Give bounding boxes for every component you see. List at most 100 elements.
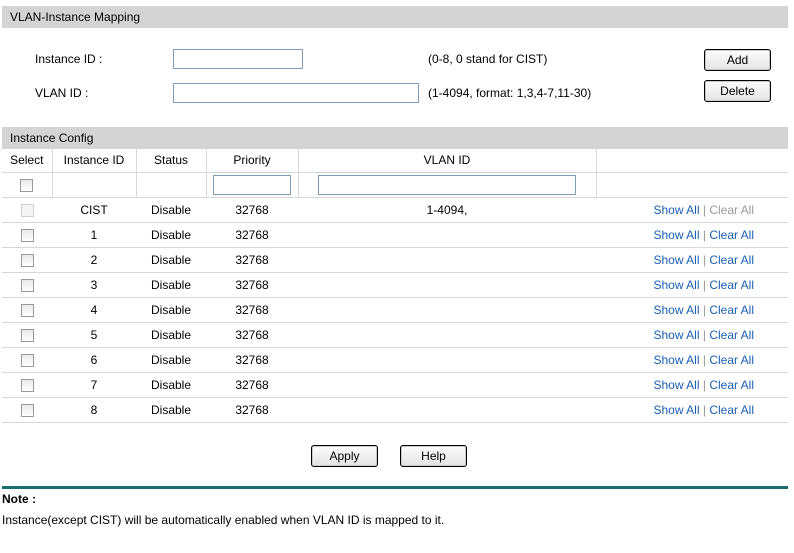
config-section-header: Instance Config	[2, 127, 788, 149]
clear-all-link[interactable]: Clear All	[709, 328, 754, 342]
column-header-status: Status	[136, 148, 207, 173]
table-row: 8 Disable 32768 Show All | Clear All	[2, 397, 788, 423]
show-all-link[interactable]: Show All	[653, 228, 699, 242]
table-row: 1 Disable 32768 Show All | Clear All	[2, 222, 788, 248]
table-row: 4 Disable 32768 Show All | Clear All	[2, 297, 788, 323]
row-vlan-id: 1-4094,	[298, 197, 596, 223]
row-priority: 32768	[206, 347, 298, 373]
row-status: Disable	[136, 297, 206, 323]
row-priority: 32768	[206, 272, 298, 298]
row-select-checkbox[interactable]	[20, 379, 34, 393]
row-status: Disable	[136, 372, 206, 398]
link-separator: |	[702, 328, 706, 342]
clear-all-link[interactable]: Clear All	[709, 228, 754, 242]
vlan-id-label: VLAN ID :	[35, 86, 89, 100]
show-all-link[interactable]: Show All	[653, 328, 699, 342]
note-divider	[2, 486, 788, 489]
row-instance-id: 3	[52, 272, 136, 298]
column-header-instance-id: Instance ID	[52, 148, 137, 173]
table-row: CIST Disable 32768 1-4094, Show All | Clear …	[2, 197, 788, 223]
column-header-actions	[596, 148, 788, 173]
clear-all-link[interactable]: Clear All	[709, 353, 754, 367]
row-select-checkbox[interactable]	[20, 404, 34, 418]
row-instance-id: 8	[52, 397, 136, 423]
instance-id-label: Instance ID :	[35, 52, 103, 66]
row-vlan-id	[298, 322, 596, 348]
row-vlan-id	[298, 222, 596, 248]
row-instance-id: 2	[52, 247, 136, 273]
row-select-checkbox[interactable]	[20, 229, 34, 243]
show-all-link[interactable]: Show All	[653, 278, 699, 292]
row-priority: 32768	[206, 397, 298, 423]
table-row: 3 Disable 32768 Show All | Clear All	[2, 272, 788, 298]
row-status: Disable	[136, 247, 206, 273]
row-status: Disable	[136, 347, 206, 373]
row-instance-id: 1	[52, 222, 136, 248]
row-instance-id: 6	[52, 347, 136, 373]
filter-row	[2, 172, 788, 198]
row-instance-id: 7	[52, 372, 136, 398]
row-priority: 32768	[206, 372, 298, 398]
link-separator: |	[702, 303, 706, 317]
clear-all-link[interactable]: Clear All	[709, 278, 754, 292]
row-vlan-id	[298, 397, 596, 423]
priority-filter-input[interactable]	[213, 175, 291, 195]
row-vlan-id	[298, 272, 596, 298]
row-status: Disable	[136, 272, 206, 298]
link-separator: |	[702, 378, 706, 392]
note-title: Note :	[2, 492, 36, 506]
table-row: 6 Disable 32768 Show All | Clear All	[2, 347, 788, 373]
row-vlan-id	[298, 297, 596, 323]
vlan-id-hint: (1-4094, format: 1,3,4-7,11-30)	[428, 86, 592, 100]
select-all-checkbox[interactable]	[20, 179, 34, 193]
clear-all-link[interactable]: Clear All	[709, 378, 754, 392]
link-separator: |	[702, 278, 706, 292]
row-select-checkbox[interactable]	[20, 304, 34, 318]
clear-all-link[interactable]: Clear All	[709, 403, 754, 417]
row-status: Disable	[136, 197, 206, 223]
row-instance-id: 4	[52, 297, 136, 323]
clear-all-link: Clear All	[709, 203, 754, 217]
vlan-id-input[interactable]	[173, 83, 419, 103]
row-instance-id: CIST	[52, 197, 136, 223]
instance-id-input[interactable]	[173, 49, 303, 69]
row-vlan-id	[298, 372, 596, 398]
row-priority: 32768	[206, 297, 298, 323]
link-separator: |	[702, 403, 706, 417]
row-status: Disable	[136, 222, 206, 248]
mapping-section-header: VLAN-Instance Mapping	[2, 6, 788, 28]
link-separator: |	[702, 253, 706, 267]
row-priority: 32768	[206, 322, 298, 348]
table-row: 5 Disable 32768 Show All | Clear All	[2, 322, 788, 348]
show-all-link[interactable]: Show All	[653, 403, 699, 417]
help-button[interactable]: Help	[400, 445, 467, 467]
instance-config-table: Select Instance ID Status Priority VLAN …	[2, 148, 788, 423]
vlan-filter-input[interactable]	[318, 175, 576, 195]
show-all-link[interactable]: Show All	[653, 303, 699, 317]
link-separator: |	[702, 228, 706, 242]
link-separator: |	[702, 203, 706, 217]
show-all-link[interactable]: Show All	[653, 378, 699, 392]
column-header-select: Select	[2, 148, 53, 173]
row-select-checkbox[interactable]	[20, 354, 34, 368]
column-header-vlan-id: VLAN ID	[298, 148, 597, 173]
row-instance-id: 5	[52, 322, 136, 348]
show-all-link[interactable]: Show All	[653, 253, 699, 267]
row-vlan-id	[298, 347, 596, 373]
table-row: 7 Disable 32768 Show All | Clear All	[2, 372, 788, 398]
apply-button[interactable]: Apply	[311, 445, 378, 467]
show-all-link[interactable]: Show All	[653, 203, 699, 217]
show-all-link[interactable]: Show All	[653, 353, 699, 367]
row-select-checkbox[interactable]	[20, 279, 34, 293]
clear-all-link[interactable]: Clear All	[709, 303, 754, 317]
clear-all-link[interactable]: Clear All	[709, 253, 754, 267]
row-select-checkbox[interactable]	[20, 329, 34, 343]
row-status: Disable	[136, 322, 206, 348]
link-separator: |	[702, 353, 706, 367]
delete-button[interactable]: Delete	[704, 80, 771, 102]
add-button[interactable]: Add	[704, 49, 771, 71]
row-select-checkbox	[20, 204, 34, 218]
row-select-checkbox[interactable]	[20, 254, 34, 268]
column-header-priority: Priority	[206, 148, 299, 173]
table-row: 2 Disable 32768 Show All | Clear All	[2, 247, 788, 273]
